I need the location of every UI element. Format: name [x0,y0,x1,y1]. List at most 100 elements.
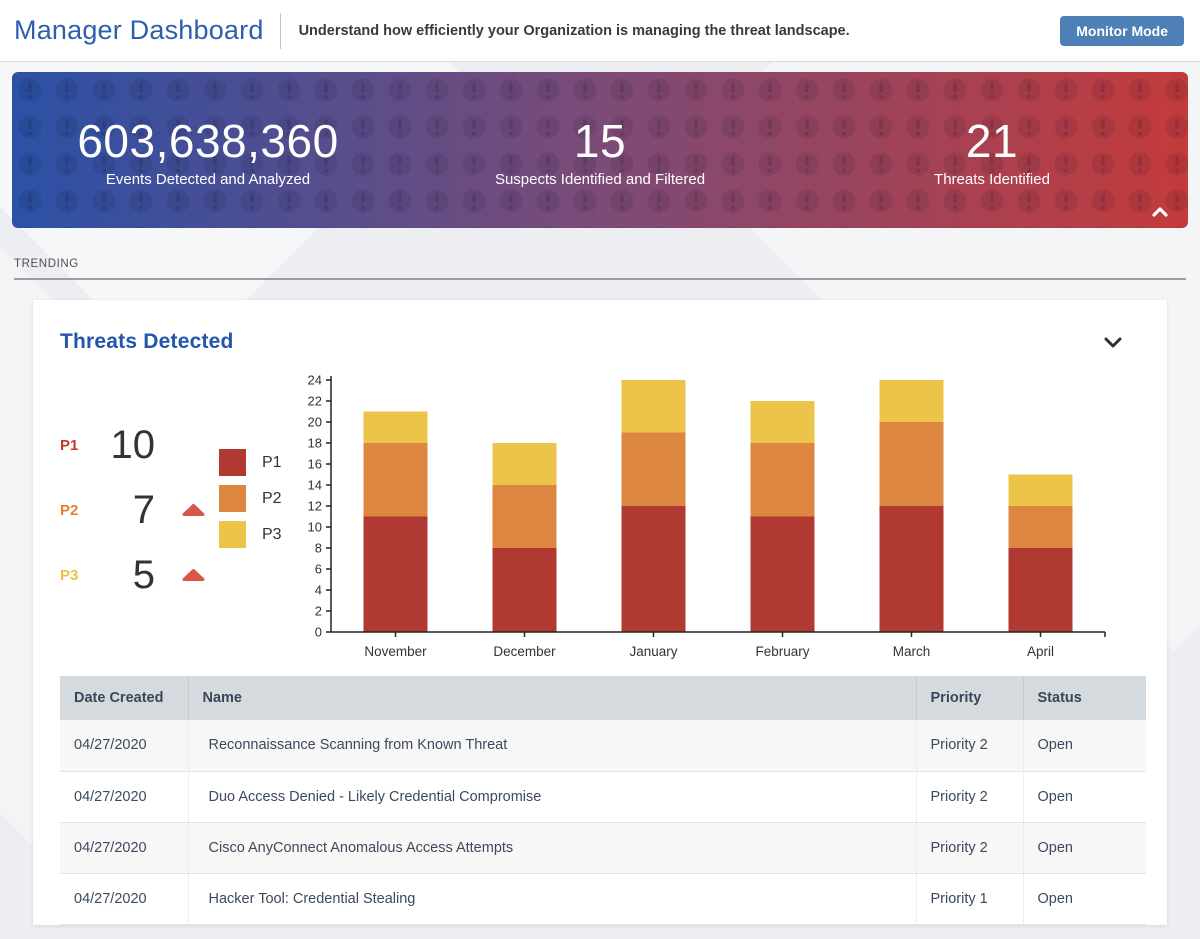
bar-p2-december[interactable] [493,485,557,548]
priority-summary-p3: P3 5 [60,552,206,598]
card-collapse-button[interactable] [1104,337,1122,348]
y-axis-label-20: 20 [308,415,322,430]
stat-suspects-value: 15 [404,116,796,167]
page-title: Manager Dashboard [14,15,264,46]
cell-date: 04/27/2020 [60,822,188,873]
stat-events-value: 603,638,360 [12,116,404,167]
bar-p2-march[interactable] [880,422,944,506]
bar-p3-november[interactable] [364,412,428,444]
monitor-mode-button[interactable]: Monitor Mode [1060,16,1184,46]
table-row[interactable]: 04/27/2020 Hacker Tool: Credential Steal… [60,873,1146,924]
trending-divider [14,278,1186,280]
legend-item-p2: P2 [219,485,282,512]
bar-p1-december[interactable] [493,548,557,632]
stat-threats-label: Threats Identified [796,171,1188,188]
card-title: Threats Detected [60,330,234,354]
p2-value: 7 [90,488,155,533]
bar-p1-february[interactable] [751,517,815,633]
priority-summary-p2: P2 7 [60,487,206,533]
y-axis-label-24: 24 [308,373,322,388]
y-axis-label-0: 0 [315,625,322,640]
x-axis-label-december: December [493,644,556,659]
stat-threats-value: 21 [796,116,1188,167]
bar-p1-january[interactable] [622,506,686,632]
p3-trend-up-icon [181,568,206,582]
y-axis-label-12: 12 [308,499,322,514]
stat-suspects: 15 Suspects Identified and Filtered [404,112,796,188]
trending-section: TRENDING [14,258,1186,280]
column-header-priority[interactable]: Priority [916,676,1023,720]
y-axis-label-14: 14 [308,478,322,493]
cell-date: 04/27/2020 [60,720,188,771]
y-axis-label-2: 2 [315,604,322,619]
column-header-status[interactable]: Status [1023,676,1146,720]
cell-name[interactable]: Cisco AnyConnect Anomalous Access Attemp… [188,822,916,873]
legend-swatch-p2 [219,485,246,512]
y-axis-label-6: 6 [315,562,322,577]
y-axis-label-10: 10 [308,520,322,535]
trending-label: TRENDING [14,258,1186,270]
bar-p2-february[interactable] [751,443,815,517]
stat-events-label: Events Detected and Analyzed [12,171,404,188]
chart-legend: P1 P2 P3 [219,449,282,557]
column-header-name[interactable]: Name [188,676,916,720]
cell-priority: Priority 2 [916,720,1023,771]
bar-p3-december[interactable] [493,443,557,485]
table-row[interactable]: 04/27/2020 Cisco AnyConnect Anomalous Ac… [60,822,1146,873]
bar-p1-april[interactable] [1009,548,1073,632]
x-axis-label-april: April [1027,644,1054,659]
bar-p3-february[interactable] [751,401,815,443]
cell-status: Open [1023,720,1146,771]
threats-stacked-bar-chart: NovemberDecemberJanuaryFebruaryMarchApri… [295,370,1119,676]
table-row[interactable]: 04/27/2020 Reconnaissance Scanning from … [60,720,1146,771]
stat-threats: 21 Threats Identified [796,112,1188,188]
column-header-date-created[interactable]: Date Created [60,676,188,720]
bar-p2-april[interactable] [1009,506,1073,548]
bar-p3-april[interactable] [1009,475,1073,507]
priority-summary-p1: P1 10 [60,422,206,468]
bar-p2-january[interactable] [622,433,686,507]
p2-trend-up-icon [181,503,206,517]
p1-label: P1 [60,437,90,454]
bar-p1-november[interactable] [364,517,428,633]
app-header: Manager Dashboard Understand how efficie… [0,0,1200,62]
page-subtitle: Understand how efficiently your Organiza… [299,23,850,39]
cell-date: 04/27/2020 [60,771,188,822]
cell-name[interactable]: Reconnaissance Scanning from Known Threa… [188,720,916,771]
table-row[interactable]: 04/27/2020 Duo Access Denied - Likely Cr… [60,771,1146,822]
x-axis-label-february: February [755,644,809,659]
x-axis-label-january: January [629,644,677,659]
chart-section: P1 10 P2 7 P3 5 [33,360,1167,676]
legend-swatch-p3 [219,521,246,548]
table-header-row: Date Created Name Priority Status [60,676,1146,720]
cell-name[interactable]: Duo Access Denied - Likely Credential Co… [188,771,916,822]
x-axis-label-march: March [893,644,931,659]
bar-p2-november[interactable] [364,443,428,517]
p2-label: P2 [60,502,90,519]
banner-collapse-button[interactable] [1148,200,1172,224]
bar-p3-march[interactable] [880,380,944,422]
priority-summary: P1 10 P2 7 P3 5 [60,422,206,617]
stat-events: 603,638,360 Events Detected and Analyzed [12,112,404,188]
bar-p1-march[interactable] [880,506,944,632]
legend-item-p1: P1 [219,449,282,476]
p3-label: P3 [60,567,90,584]
cell-status: Open [1023,771,1146,822]
cell-name[interactable]: Hacker Tool: Credential Stealing [188,873,916,924]
y-axis-label-4: 4 [315,583,322,598]
y-axis-label-18: 18 [308,436,322,451]
y-axis-label-22: 22 [308,394,322,409]
p3-value: 5 [90,553,155,598]
legend-swatch-p1 [219,449,246,476]
chevron-up-icon [1152,207,1168,217]
header-divider [280,13,281,49]
p1-value: 10 [90,423,155,468]
bar-p3-january[interactable] [622,380,686,433]
stats-banner: 603,638,360 Events Detected and Analyzed… [12,72,1188,228]
legend-label-p1: P1 [262,454,282,472]
threats-detected-card: Threats Detected P1 10 P2 7 [33,300,1167,925]
cell-status: Open [1023,873,1146,924]
cell-priority: Priority 2 [916,771,1023,822]
y-axis-label-8: 8 [315,541,322,556]
cell-date: 04/27/2020 [60,873,188,924]
